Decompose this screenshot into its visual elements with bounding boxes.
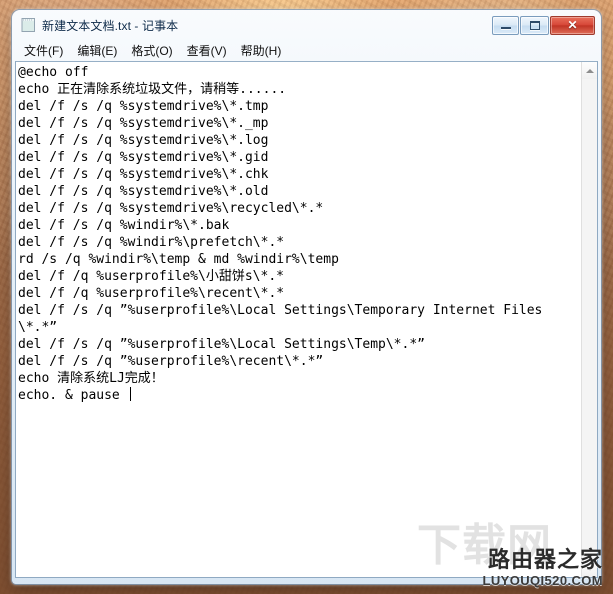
maximize-button[interactable] [520, 15, 549, 35]
minimize-icon [500, 27, 511, 29]
menu-bar[interactable]: 文件(F) 编辑(E) 格式(O) 查看(V) 帮助(H) [12, 40, 601, 61]
menu-item-file[interactable]: 文件(F) [17, 40, 70, 62]
vertical-scrollbar[interactable] [581, 62, 597, 577]
editor-line-text: echo. & pause [18, 388, 128, 403]
editor-line: del /f /s /q %systemdrive%\*.chk [18, 167, 269, 182]
editor-line: del /f /s /q %systemdrive%\*.gid [18, 150, 269, 165]
caption-button-group[interactable]: ✕ [492, 15, 597, 35]
menu-item-help[interactable]: 帮助(H) [234, 40, 289, 62]
editor-line: del /f /s /q %systemdrive%\*.tmp [18, 99, 269, 114]
scrollbar-track[interactable] [582, 79, 597, 560]
editor-line: del /f /s /q %systemdrive%\*._mp [18, 116, 269, 131]
editor-line: rd /s /q %windir%\temp & md %windir%\tem… [18, 252, 339, 267]
editor-line: del /f /s /q %systemdrive%\*.log [18, 133, 269, 148]
editor-line: \*.*” [18, 320, 58, 335]
editor-line-with-caret: echo. & pause [18, 387, 581, 404]
editor-line: del /f /q %userprofile%\recent\*.* [18, 286, 285, 301]
chevron-up-icon [585, 68, 594, 73]
menu-item-format[interactable]: 格式(O) [124, 40, 179, 62]
editor-line: del /f /s /q %systemdrive%\recycled\*.* [18, 201, 324, 216]
menu-item-edit[interactable]: 编辑(E) [70, 40, 124, 62]
client-area: @echo off echo 正在清除系统垃圾文件，请稍等...... del … [15, 61, 598, 578]
editor-line: del /f /s /q ”%userprofile%\Local Settin… [18, 303, 543, 318]
notepad-icon [21, 17, 36, 33]
notepad-window[interactable]: 新建文本文档.txt - 记事本 ✕ 文件(F) 编辑(E) 格式(O) 查看(… [12, 10, 601, 584]
menu-item-view[interactable]: 查看(V) [180, 40, 234, 62]
editor-line: echo 清除系统LJ完成！ [18, 371, 164, 386]
window-bottom-edge [12, 581, 601, 584]
scroll-up-arrow[interactable] [582, 62, 597, 79]
title-bar[interactable]: 新建文本文档.txt - 记事本 ✕ [12, 10, 601, 40]
close-icon: ✕ [567, 18, 578, 32]
editor-line: del /f /q %userprofile%\小甜饼s\*.* [18, 269, 284, 284]
chevron-down-icon [585, 566, 594, 571]
scroll-down-arrow[interactable] [582, 560, 597, 577]
close-button[interactable]: ✕ [550, 15, 595, 35]
editor-line: del /f /s /q ”%userprofile%\recent\*.*” [18, 354, 324, 369]
editor-line: del /f /s /q %windir%\*.bak [18, 218, 230, 233]
window-title: 新建文本文档.txt - 记事本 [42, 18, 179, 33]
maximize-icon [529, 20, 540, 30]
text-caret [129, 387, 131, 401]
editor-line: del /f /s /q %systemdrive%\*.old [18, 184, 269, 199]
text-editor[interactable]: @echo off echo 正在清除系统垃圾文件，请稍等...... del … [16, 62, 581, 577]
editor-line: @echo off [18, 65, 89, 80]
editor-line: del /f /s /q %windir%\prefetch\*.* [18, 235, 285, 250]
minimize-button[interactable] [492, 15, 519, 35]
editor-line: del /f /s /q ”%userprofile%\Local Settin… [18, 337, 425, 352]
editor-line: echo 正在清除系统垃圾文件，请稍等...... [18, 82, 287, 97]
